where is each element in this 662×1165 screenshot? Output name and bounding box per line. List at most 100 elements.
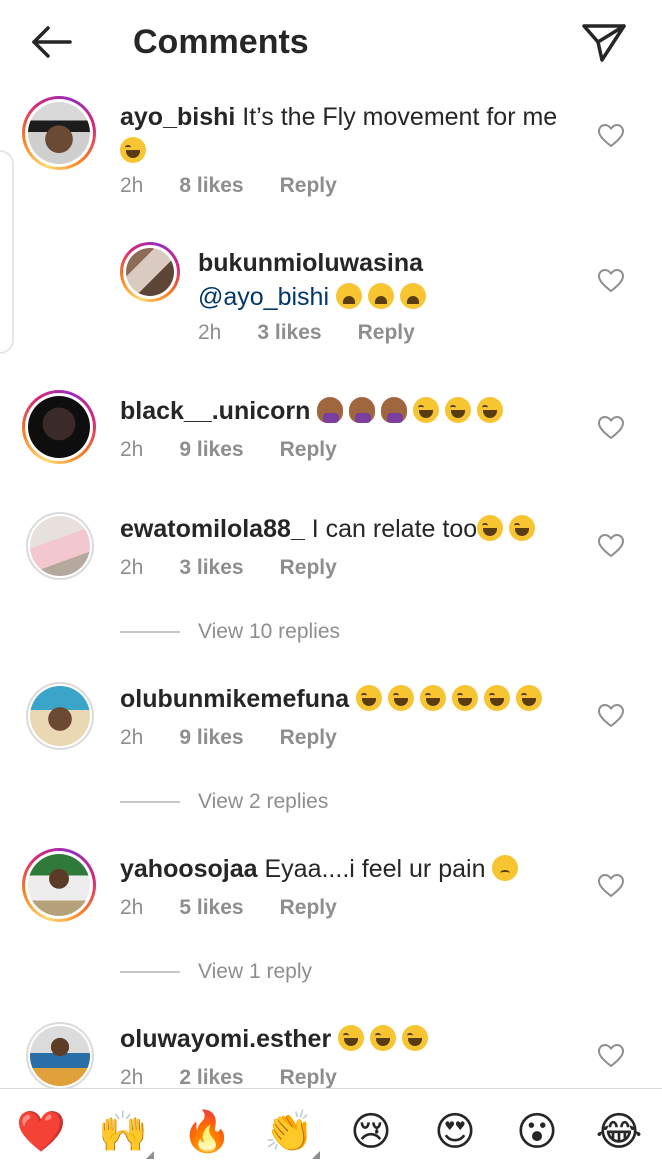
comment-meta: 2h 9 likes Reply [120, 435, 373, 465]
reaction-glyph: 😮 [516, 1110, 558, 1154]
heart-eyes-emoji[interactable]: 😍 [430, 1107, 480, 1157]
tears-of-joy-emoji [413, 397, 440, 423]
reply-button[interactable]: Reply [280, 556, 337, 579]
comment-time: 2h [120, 556, 144, 579]
tears-of-joy-emoji [452, 685, 479, 711]
header-bar: Comments [0, 0, 662, 84]
comment-time: 2h [120, 726, 144, 749]
comment-body: It’s the Fly movement for me [235, 103, 558, 131]
reply-button[interactable]: Reply [280, 174, 337, 197]
back-arrow-icon [32, 26, 72, 58]
comment-time: 2h [198, 321, 222, 344]
paper-plane-icon [582, 24, 626, 62]
like-heart-icon[interactable] [598, 534, 624, 558]
tears-of-joy-emoji [402, 1025, 429, 1051]
avatar[interactable] [22, 848, 96, 922]
side-panel-handle[interactable] [0, 150, 14, 354]
comment-time: 2h [120, 438, 144, 461]
tears-of-joy-emoji [477, 397, 504, 423]
comment-time: 2h [120, 174, 144, 197]
page-title: Comments [133, 23, 309, 61]
reaction-glyph: 🙌 [98, 1110, 148, 1154]
tears-of-joy-emoji [370, 1025, 397, 1051]
clapping-hands-emoji[interactable]: 👏 [264, 1107, 320, 1159]
comment-meta: 2h 3 likes Reply [198, 318, 451, 348]
comment-time: 2h [120, 1066, 144, 1089]
comment-username[interactable]: oluwayomi.esther [120, 1025, 331, 1053]
view-replies-button[interactable]: View 1 reply [120, 957, 312, 987]
comment-body: Eyaa....i feel ur pain [257, 855, 486, 883]
reaction-glyph: 😢 [350, 1110, 392, 1154]
reply-button[interactable]: Reply [280, 1066, 337, 1089]
reply-button[interactable]: Reply [280, 726, 337, 749]
comment-likes[interactable]: 8 likes [179, 174, 243, 197]
comment-username[interactable]: bukunmioluwasina [198, 249, 423, 277]
tears-of-joy-emoji [388, 685, 415, 711]
raising-hands-emoji[interactable]: 🙌 [98, 1107, 154, 1159]
comment-meta: 2h 5 likes Reply [120, 893, 373, 923]
avatar[interactable] [26, 512, 94, 580]
tears-of-joy-emoji[interactable]: 😂 [594, 1107, 644, 1157]
worried-face-emoji [492, 855, 519, 881]
crying-emoji [335, 283, 362, 309]
comment-likes[interactable]: 2 likes [179, 1066, 243, 1089]
tears-of-joy-emoji [120, 137, 146, 163]
like-heart-icon[interactable] [598, 704, 624, 728]
comment-username[interactable]: olubunmikemefuna [120, 685, 349, 713]
reply-button[interactable]: Reply [280, 896, 337, 919]
reply-button[interactable]: Reply [358, 321, 415, 344]
reaction-glyph: 👏 [264, 1110, 314, 1154]
comment-meta: 2h 3 likes Reply [120, 553, 373, 583]
comment-likes[interactable]: 5 likes [179, 896, 243, 919]
crying-face-emoji[interactable]: 😢 [346, 1107, 396, 1157]
reaction-glyph: ❤️ [16, 1110, 66, 1154]
comment-username[interactable]: yahoosojaa [120, 855, 258, 883]
red-heart-emoji[interactable]: ❤️ [16, 1107, 66, 1157]
view-replies-label: View 1 reply [198, 960, 313, 983]
facepalm-emoji [349, 397, 376, 423]
comment-meta: 2h 9 likes Reply [120, 723, 373, 753]
comment-likes[interactable]: 3 likes [179, 556, 243, 579]
mention-link[interactable]: @ayo_bishi [198, 283, 329, 311]
avatar[interactable] [120, 242, 180, 302]
comment-username[interactable]: ayo_bishi [120, 103, 235, 131]
avatar[interactable] [26, 1022, 94, 1090]
avatar[interactable] [22, 96, 96, 170]
tears-of-joy-emoji [356, 685, 383, 711]
quick-reactions-bar: ❤️ 🙌 🔥 👏 😢 😍 😮 😂 [0, 1088, 662, 1165]
divider-line [120, 631, 180, 634]
share-button[interactable] [580, 20, 628, 64]
like-heart-icon[interactable] [598, 1044, 624, 1068]
comment-username[interactable]: ewatomilola88_ [120, 515, 305, 543]
like-heart-icon[interactable] [598, 124, 624, 148]
comment-text: ewatomilola88_ I can relate too [120, 512, 541, 546]
tears-of-joy-emoji [445, 397, 472, 423]
comment-likes[interactable]: 3 likes [257, 321, 321, 344]
reaction-glyph: 🔥 [182, 1110, 232, 1154]
back-button[interactable] [28, 20, 76, 64]
tears-of-joy-emoji [516, 685, 543, 711]
tears-of-joy-emoji [338, 1025, 365, 1051]
comment-text: olubunmikemefuna [120, 682, 548, 716]
reaction-glyph: 😍 [434, 1110, 476, 1154]
comment-username[interactable]: black__.unicorn [120, 397, 310, 425]
comment-time: 2h [120, 896, 144, 919]
like-heart-icon[interactable] [598, 874, 624, 898]
avatar[interactable] [22, 390, 96, 464]
comment-body: I can relate too [304, 515, 478, 543]
avatar[interactable] [26, 682, 94, 750]
comment-likes[interactable]: 9 likes [179, 438, 243, 461]
reply-button[interactable]: Reply [280, 438, 337, 461]
astonished-face-emoji[interactable]: 😮 [512, 1107, 562, 1157]
facepalm-emoji [381, 397, 408, 423]
fire-emoji[interactable]: 🔥 [182, 1107, 232, 1157]
reaction-glyph: 😂 [595, 1110, 643, 1154]
like-heart-icon[interactable] [598, 269, 624, 293]
comment-likes[interactable]: 9 likes [179, 726, 243, 749]
divider-line [120, 801, 180, 804]
view-replies-button[interactable]: View 10 replies [120, 617, 340, 647]
comment-text: bukunmioluwasina @ayo_bishi [198, 246, 432, 314]
like-heart-icon[interactable] [598, 416, 624, 440]
view-replies-button[interactable]: View 2 replies [120, 787, 328, 817]
comment-text: black__.unicorn [120, 394, 509, 428]
